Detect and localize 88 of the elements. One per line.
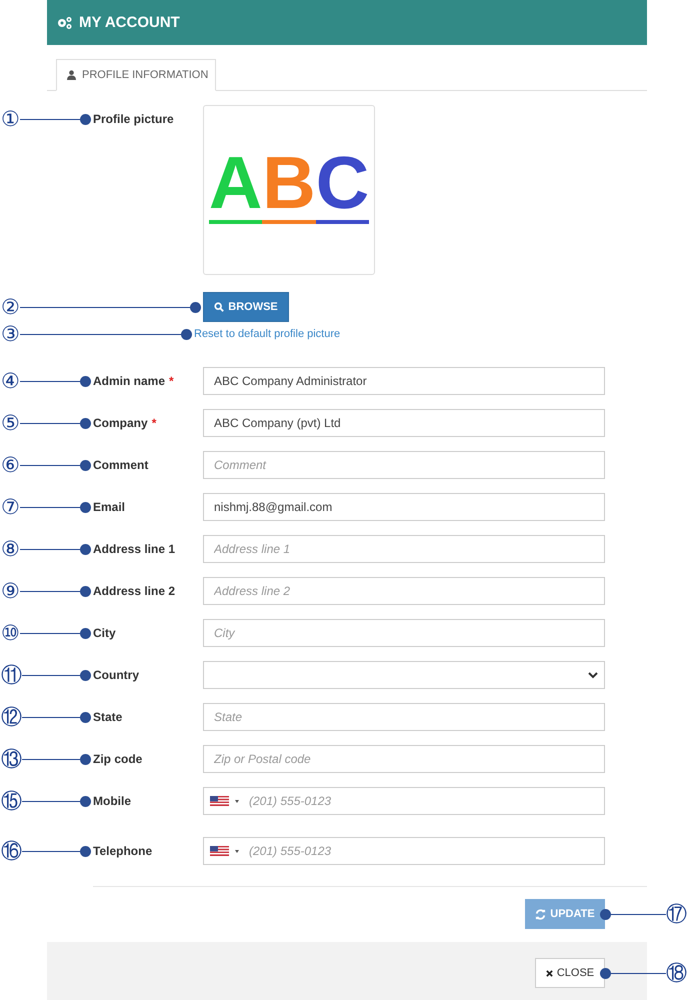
field-label: Address line 1 [93, 542, 176, 556]
input-field[interactable]: ABC Company (pvt) Ltd [203, 409, 605, 437]
callout-dot [80, 796, 91, 806]
callout-dot [80, 502, 91, 512]
required-mark: * [152, 416, 156, 430]
window-title: MY ACCOUNT [79, 14, 180, 31]
person-icon [67, 70, 76, 80]
callout-number: ④ [1, 370, 20, 392]
leader-line [22, 716, 80, 718]
leader-line [611, 972, 666, 974]
leader-line [22, 758, 80, 760]
leader-line [20, 506, 80, 508]
leader-line [20, 380, 80, 382]
callout-dot [80, 628, 91, 638]
callout-number: ⑯ [1, 840, 22, 862]
callout-dot [190, 302, 201, 312]
input-field[interactable]: ABC Company Administrator [203, 367, 605, 395]
field-label: Company [93, 416, 148, 430]
leader-line [20, 590, 80, 592]
leader-line [20, 548, 80, 550]
logo-letter: B [262, 148, 316, 224]
callout-dot [80, 712, 91, 722]
input-field[interactable]: nishmj.88@gmail.com [203, 493, 605, 521]
field-label: City [93, 626, 116, 640]
callout-dot [80, 376, 91, 386]
callout-number: ⑪ [1, 664, 22, 686]
gears-icon [57, 16, 73, 30]
leader-line [20, 118, 80, 120]
logo-letter: C [316, 148, 370, 224]
flag-icon [210, 796, 229, 806]
callout-dot [80, 754, 91, 764]
callout-number: ⑮ [1, 790, 22, 812]
callout-number: ① [1, 108, 20, 130]
callout-number: ⑬ [1, 748, 22, 770]
field-label: Country [93, 668, 139, 682]
browse-button[interactable]: BROWSE [203, 292, 289, 322]
close-icon [546, 970, 553, 976]
callout-dot [80, 418, 91, 428]
input-field[interactable]: Comment [203, 451, 605, 479]
callout-dot [80, 586, 91, 596]
field-label: Mobile [93, 794, 131, 808]
field-label: Telephone [93, 844, 152, 858]
search-icon [214, 302, 224, 312]
field-label: Admin name [93, 374, 166, 388]
caret-icon [235, 850, 239, 852]
leader-line [20, 464, 80, 466]
field-label: Comment [93, 458, 148, 472]
callout-number: ③ [1, 323, 20, 345]
callout-number: ⑩ [1, 622, 20, 644]
logo-letter: A [208, 148, 262, 224]
field-label: Zip code [93, 752, 142, 766]
flag-icon [210, 846, 229, 856]
profile-tab[interactable]: PROFILE INFORMATION [56, 59, 216, 91]
leader-line [22, 850, 80, 852]
input-field[interactable]: City [203, 619, 605, 647]
callout-number: ⑰ [666, 903, 687, 925]
required-mark: * [169, 374, 174, 388]
input-field[interactable]: Zip or Postal code [203, 745, 605, 773]
field-label: Address line 2 [93, 584, 176, 598]
caret-icon [235, 800, 239, 802]
callout-number: ⑤ [1, 412, 20, 434]
leader-line [22, 800, 80, 802]
callout-dot [181, 328, 192, 340]
callout-number: ⑥ [1, 454, 20, 476]
callout-number: ⑦ [1, 496, 20, 518]
field-label: Email [93, 500, 126, 514]
callout-dot [80, 670, 91, 680]
field-label: State [93, 710, 122, 724]
callout-dot [600, 908, 611, 920]
callout-number: ⑫ [1, 706, 22, 728]
callout-dot [80, 460, 91, 470]
field-label: Profile picture [93, 112, 175, 126]
leader-line [22, 674, 80, 676]
chevron-down-icon [588, 672, 598, 678]
callout-number: ⑱ [666, 962, 687, 984]
callout-dot [80, 114, 91, 124]
leader-line [20, 632, 80, 634]
callout-dot [80, 544, 91, 554]
country-select[interactable] [203, 661, 605, 689]
reset-link[interactable]: Reset to default profile picture [194, 328, 340, 340]
callout-number: ② [1, 296, 20, 318]
callout-dot [80, 846, 91, 856]
callout-number: ⑧ [1, 538, 20, 560]
refresh-icon [535, 908, 546, 920]
callout-number: ⑨ [1, 580, 20, 602]
input-field[interactable]: State [203, 703, 605, 731]
leader-line [20, 422, 80, 424]
close-button[interactable]: CLOSE [535, 958, 605, 988]
